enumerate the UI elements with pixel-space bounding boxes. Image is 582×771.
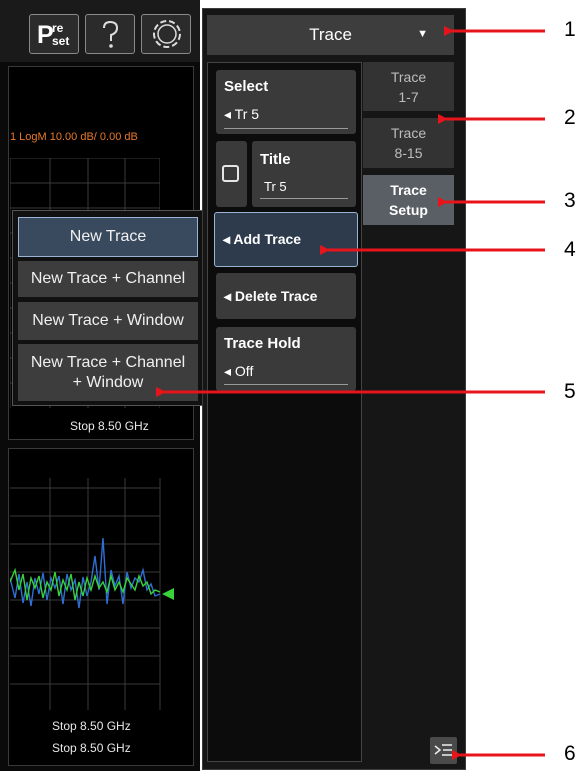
callout-arrows	[156, 26, 545, 760]
callout-1: 1	[564, 18, 576, 41]
callout-3: 3	[564, 189, 576, 212]
callout-4: 4	[564, 238, 576, 261]
callout-2: 2	[564, 106, 576, 129]
callout-5: 5	[564, 380, 576, 403]
callout-6: 6	[564, 742, 576, 765]
